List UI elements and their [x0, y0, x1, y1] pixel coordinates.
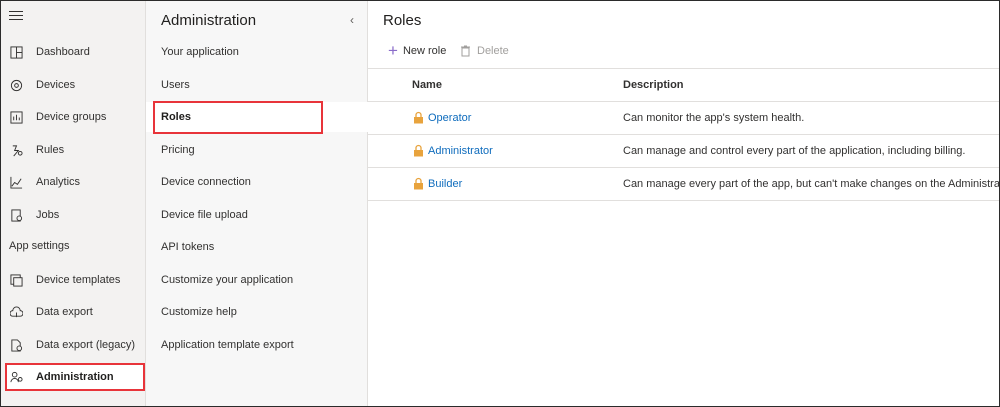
data-export-icon: [9, 305, 23, 319]
role-description: Can manage every part of the app, but ca…: [623, 178, 1000, 190]
lock-icon: [414, 177, 423, 190]
lock-icon: [414, 111, 423, 124]
nav-item-data-export[interactable]: Data export: [1, 297, 146, 327]
page-title: Roles: [383, 12, 422, 29]
nav-item-jobs[interactable]: Jobs: [1, 200, 146, 230]
admin-item-label: Customize help: [161, 306, 237, 318]
admin-item-api-tokens[interactable]: API tokens: [146, 232, 368, 262]
dashboard-icon: [9, 45, 23, 59]
new-role-label: New role: [402, 45, 447, 57]
admin-item-users[interactable]: Users: [146, 70, 368, 100]
admin-item-label: API tokens: [161, 241, 215, 253]
delete-button[interactable]: Delete: [460, 45, 509, 57]
table-row: Administrator Can manage and control eve…: [368, 135, 999, 168]
collapse-chevron-icon[interactable]: ‹: [350, 13, 354, 27]
admin-item-label: Users: [161, 79, 190, 91]
highlight-box-administration: [5, 363, 145, 391]
admin-item-label: Device connection: [161, 176, 251, 188]
table-row: Builder Can manage every part of the app…: [368, 168, 1000, 201]
plus-icon: +: [388, 41, 398, 60]
nav-item-label: Rules: [36, 144, 65, 156]
admin-item-label: Customize your application: [161, 274, 294, 286]
column-header-description[interactable]: Description: [623, 79, 684, 91]
app-window: Dashboard Devices Device groups Rules An…: [0, 0, 1000, 407]
role-link[interactable]: Builder: [428, 178, 462, 190]
devices-icon: [9, 78, 23, 92]
nav-item-label: Analytics: [36, 176, 81, 188]
nav-item-label: Device templates: [36, 274, 121, 286]
role-description: Can manage and control every part of the…: [623, 145, 966, 157]
left-nav: Dashboard Devices Device groups Rules An…: [1, 1, 146, 406]
nav-item-device-templates[interactable]: Device templates: [1, 265, 146, 295]
rules-icon: [9, 143, 23, 157]
admin-item-label: Application template export: [161, 339, 294, 351]
hamburger-menu-icon[interactable]: [9, 11, 23, 23]
admin-item-template-export[interactable]: Application template export: [146, 330, 368, 360]
delete-label: Delete: [477, 45, 509, 57]
trash-icon: [461, 45, 470, 57]
admin-item-customize-application[interactable]: Customize your application: [146, 265, 368, 295]
nav-item-data-export-legacy[interactable]: Data export (legacy): [1, 330, 146, 360]
admin-item-pricing[interactable]: Pricing: [146, 135, 368, 165]
nav-item-label: Device groups: [36, 111, 107, 123]
section-header-app-settings: App settings: [9, 240, 70, 252]
admin-item-device-connection[interactable]: Device connection: [146, 167, 368, 197]
panel-title: Administration: [161, 12, 257, 29]
role-description: Can monitor the app's system health.: [623, 112, 805, 124]
admin-item-label: Your application: [161, 46, 239, 58]
nav-item-label: Dashboard: [36, 46, 90, 58]
role-link[interactable]: Administrator: [428, 145, 493, 157]
table-row: Operator Can monitor the app's system he…: [368, 102, 999, 135]
data-export-legacy-icon: [9, 338, 23, 352]
nav-item-devices[interactable]: Devices: [1, 70, 146, 100]
admin-item-customize-help[interactable]: Customize help: [146, 297, 368, 327]
nav-item-label: Data export (legacy): [36, 339, 136, 351]
nav-item-rules[interactable]: Rules: [1, 135, 146, 165]
nav-item-label: Devices: [36, 79, 76, 91]
command-bar-divider: [368, 68, 999, 69]
nav-item-label: Data export: [36, 306, 93, 318]
main-content: Roles + New role Delete Name Description…: [368, 1, 1000, 406]
device-templates-icon: [9, 273, 23, 287]
nav-item-device-groups[interactable]: Device groups: [1, 102, 146, 132]
lock-icon: [414, 144, 423, 157]
admin-item-device-file-upload[interactable]: Device file upload: [146, 200, 368, 230]
nav-item-analytics[interactable]: Analytics: [1, 167, 146, 197]
admin-item-label: Pricing: [161, 144, 195, 156]
role-link[interactable]: Operator: [428, 112, 471, 124]
administration-panel: Administration ‹ Your application Users …: [146, 1, 368, 406]
new-role-button[interactable]: + New role: [388, 41, 447, 60]
analytics-icon: [9, 175, 23, 189]
admin-item-your-application[interactable]: Your application: [146, 37, 368, 67]
device-groups-icon: [9, 110, 23, 124]
nav-item-dashboard[interactable]: Dashboard: [1, 37, 146, 67]
highlight-box-roles: [153, 101, 323, 134]
admin-item-label: Device file upload: [161, 209, 248, 221]
jobs-icon: [9, 208, 23, 222]
column-header-name[interactable]: Name: [412, 79, 442, 91]
nav-item-label: Jobs: [36, 209, 60, 221]
